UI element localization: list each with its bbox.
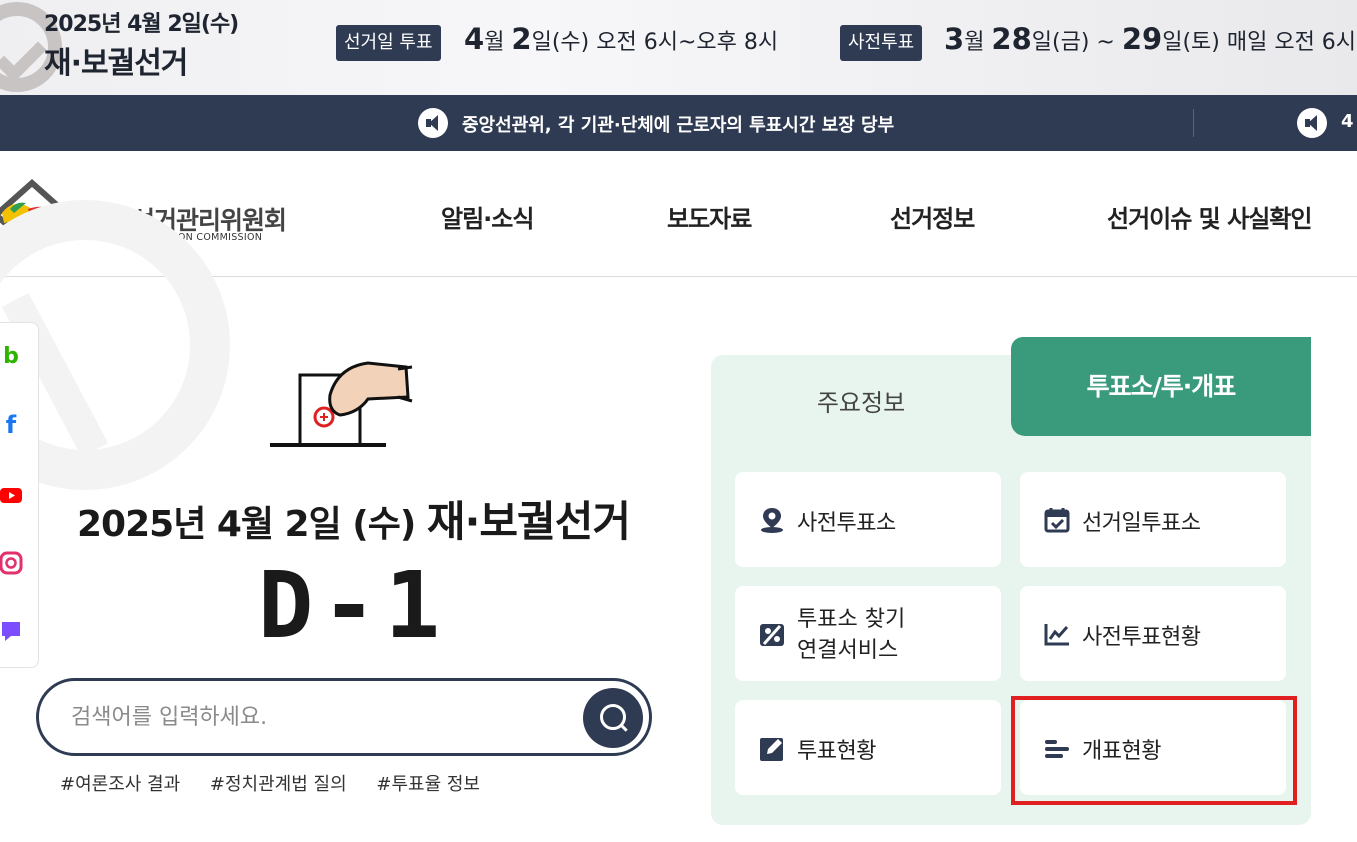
- early-vote-time: 3월 28일(금) ~ 29일(토) 매일 오전 6시~: [944, 22, 1357, 56]
- search-button[interactable]: [583, 688, 643, 748]
- edit-icon: [760, 738, 783, 761]
- election-day-badge: 선거일 투표: [336, 25, 441, 61]
- card-label: 사전투표현황: [1082, 625, 1201, 650]
- search-box: [36, 678, 652, 756]
- calendar-check-icon: [1044, 508, 1070, 533]
- facebook-icon[interactable]: f: [0, 413, 23, 437]
- highlight-box: [1011, 696, 1297, 805]
- notice-link[interactable]: 중앙선관위, 각 기관·단체에 근로자의 투표시간 보장 당부: [462, 111, 894, 137]
- instagram-icon[interactable]: [0, 551, 23, 575]
- social-sidebar: b f: [0, 322, 39, 668]
- speaker-icon: [418, 108, 448, 138]
- search-input[interactable]: [69, 699, 549, 735]
- site-header: 중앙선거관리위원회 NATIONAL ELECTION COMMISSION 알…: [0, 151, 1357, 277]
- card-label: 투표현황: [797, 739, 876, 764]
- banner-title: 재·보궐선거: [44, 46, 188, 81]
- ballot-box-illustration: [270, 361, 413, 447]
- card-election-day-polling[interactable]: 선거일투표소: [1020, 472, 1286, 567]
- notice-ticker: 중앙선관위, 각 기관·단체에 근로자의 투표시간 보장 당부 4: [0, 95, 1357, 151]
- card-find-polling[interactable]: 투표소 찾기 연결서비스: [735, 586, 1001, 681]
- banner-date: 2025년 4월 2일(수): [44, 12, 239, 37]
- tab-main-info[interactable]: 주요정보: [711, 378, 1011, 428]
- tag-turnout[interactable]: #투표율 정보: [376, 774, 480, 795]
- line-chart-icon: [1044, 624, 1069, 646]
- search-tags: #여론조사 결과 #정치관계법 질의 #투표율 정보: [60, 770, 504, 796]
- d-day-counter: D-1: [258, 552, 449, 659]
- nav-fact-check[interactable]: 선거이슈 및 사실확인: [1107, 199, 1312, 234]
- speaker-icon: [1297, 108, 1327, 138]
- early-vote-badge: 사전투표: [840, 25, 923, 61]
- tag-law[interactable]: #정치관계법 질의: [210, 774, 347, 795]
- tab-polling[interactable]: 투표소/투·개표: [1011, 337, 1311, 436]
- card-label: 선거일투표소: [1082, 511, 1201, 536]
- map-search-icon: [760, 624, 784, 646]
- card-early-status[interactable]: 사전투표현황: [1020, 586, 1286, 681]
- youtube-icon[interactable]: [0, 483, 23, 507]
- nav-press[interactable]: 보도자료: [667, 199, 752, 234]
- card-label: 투표소 찾기 연결서비스: [797, 607, 906, 663]
- card-label: 사전투표소: [797, 511, 896, 536]
- blog-icon[interactable]: b: [0, 345, 23, 369]
- location-pin-icon: [761, 508, 783, 533]
- hero-title: 2025년 4월 2일 (수) 재·보궐선거: [77, 497, 631, 546]
- notice-link-next[interactable]: 4: [1341, 111, 1354, 132]
- notice-divider: [1193, 109, 1194, 137]
- nav-election-info[interactable]: 선거정보: [890, 199, 975, 234]
- nav-news[interactable]: 알림·소식: [441, 199, 534, 234]
- chat-icon[interactable]: [0, 619, 23, 643]
- election-banner: 2025년 4월 2일(수) 재·보궐선거 선거일 투표 4월 2일(수) 오전…: [0, 0, 1357, 95]
- card-early-polling[interactable]: 사전투표소: [735, 472, 1001, 567]
- election-day-time: 4월 2일(수) 오전 6시~오후 8시: [464, 22, 779, 56]
- card-vote-status[interactable]: 투표현황: [735, 700, 1001, 795]
- tag-polls[interactable]: #여론조사 결과: [60, 774, 180, 795]
